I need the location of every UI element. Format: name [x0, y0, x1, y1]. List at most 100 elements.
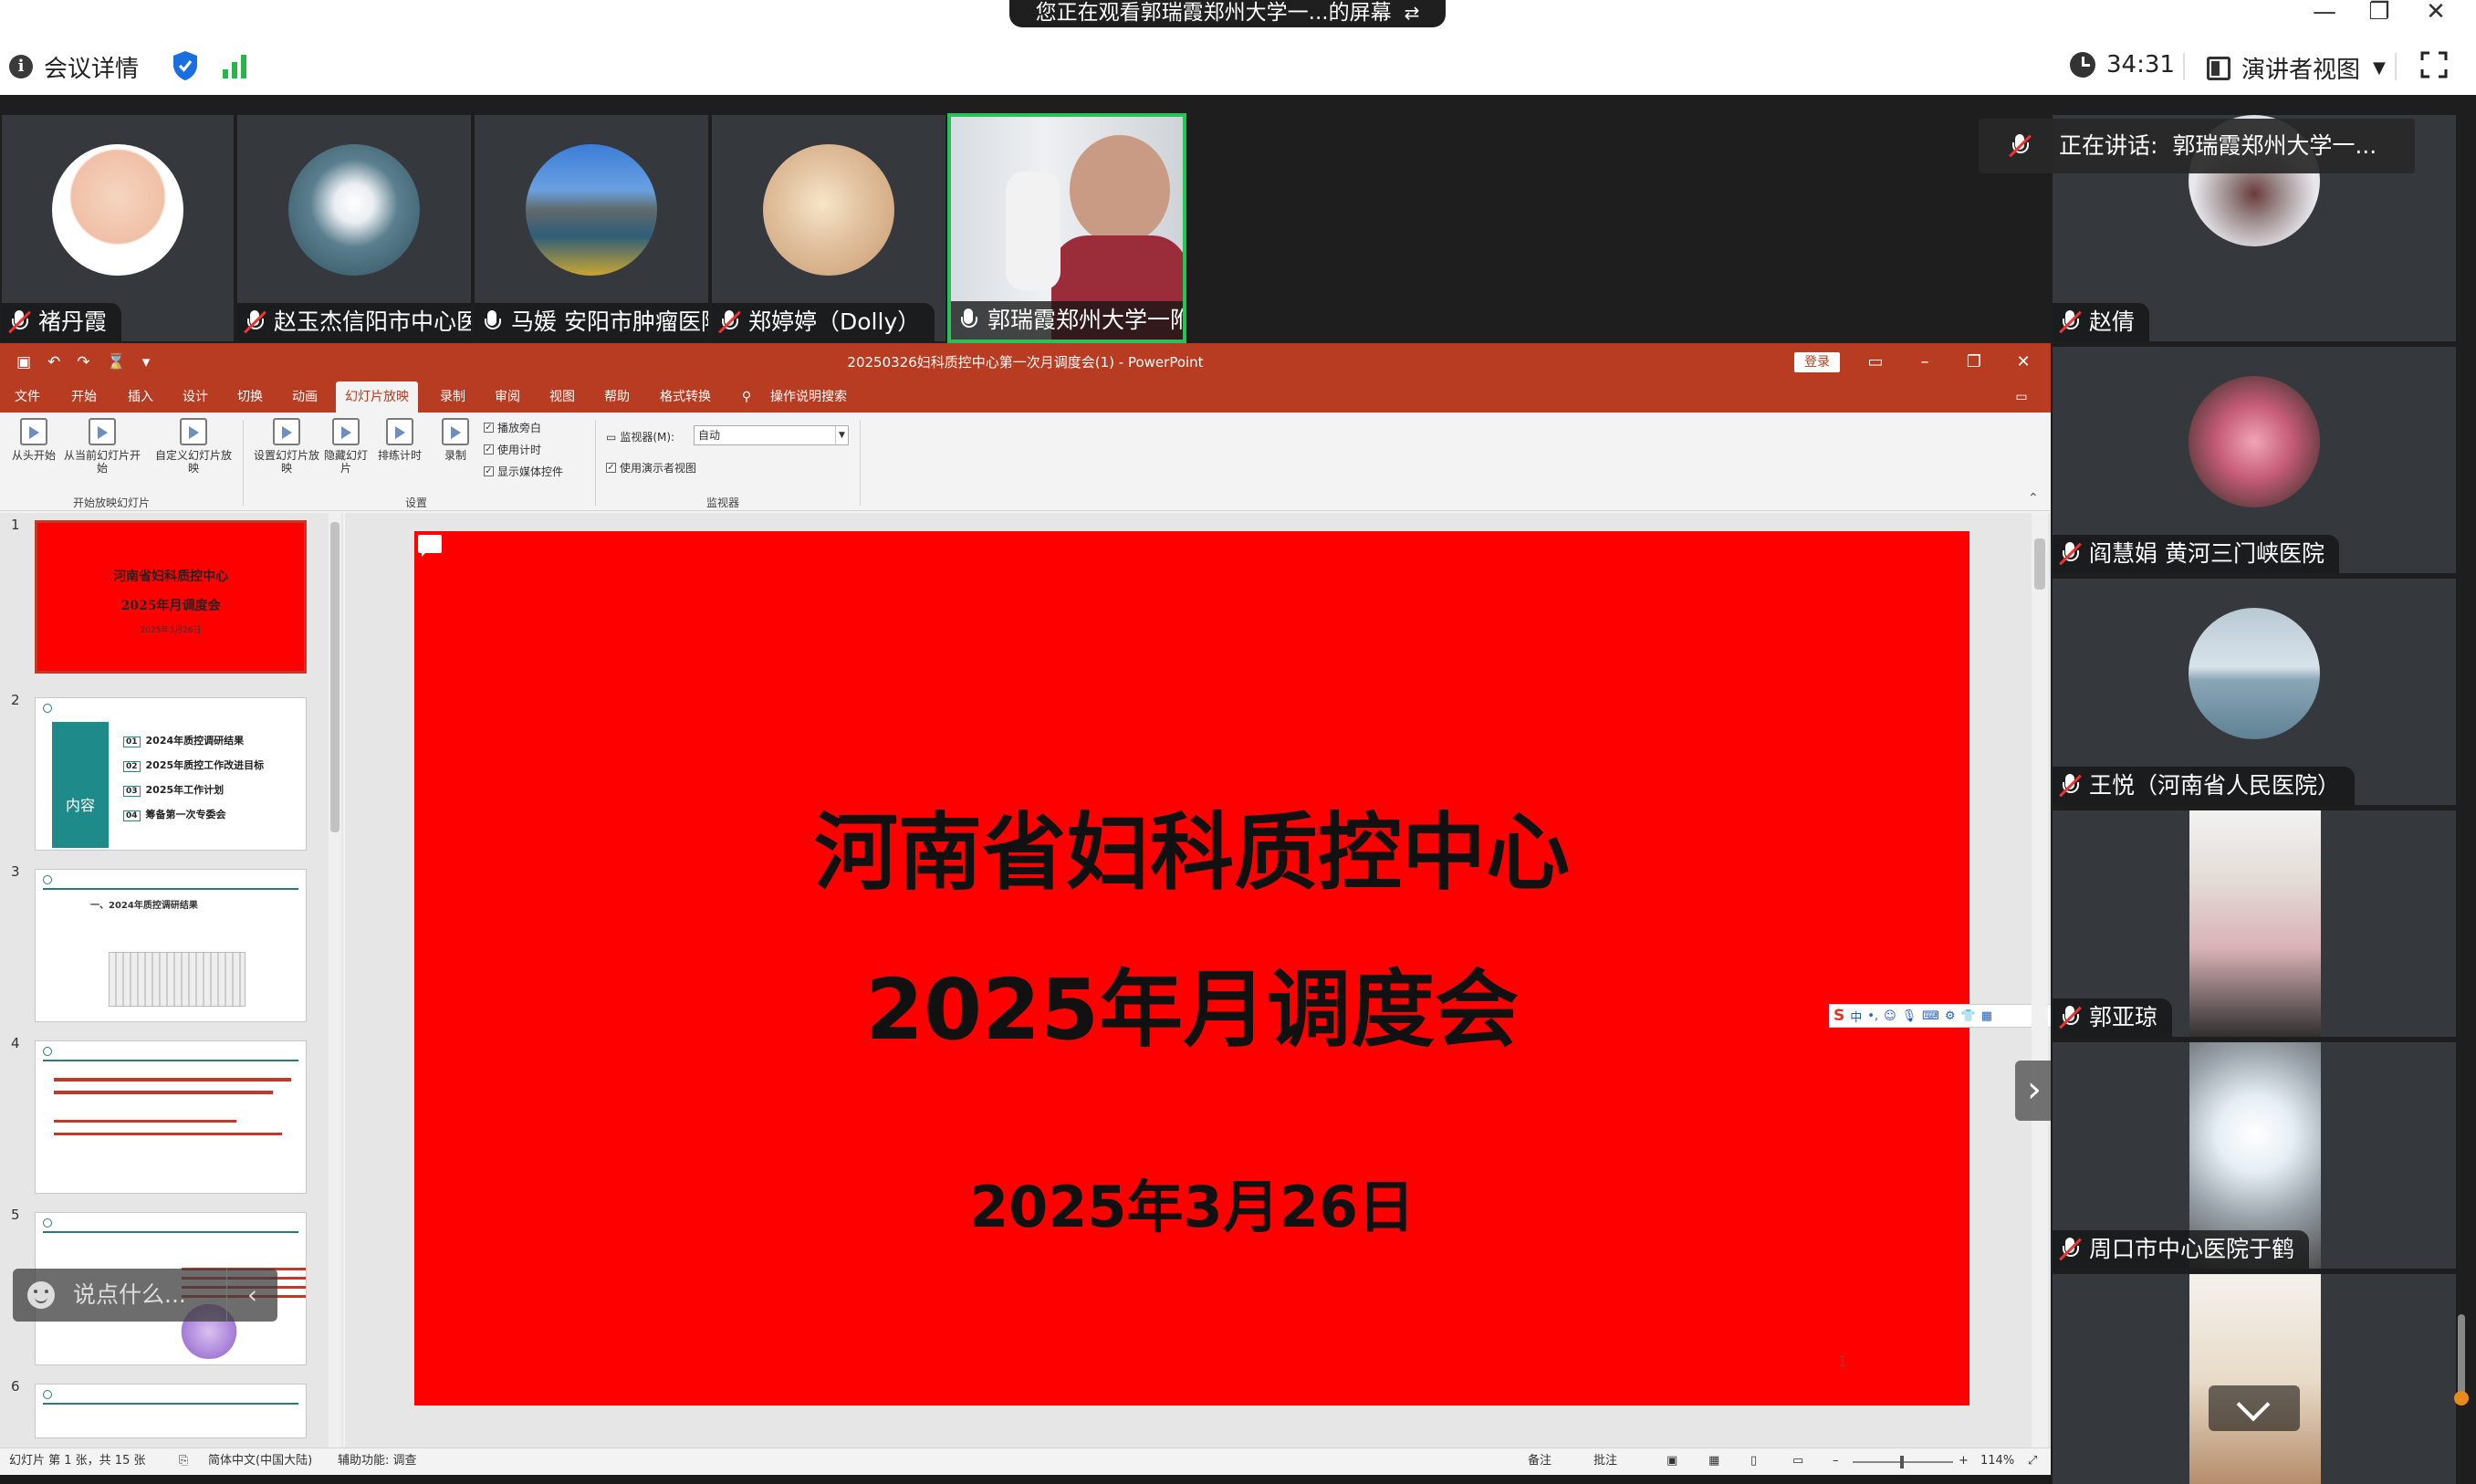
slide-thumbnail[interactable]: 河南省妇科质控中心 2025年月调度会 2025年3月26日	[35, 520, 307, 674]
from-start-button[interactable]: 从头开始	[4, 418, 64, 462]
signal-strength-icon[interactable]	[223, 53, 250, 78]
accessibility-status[interactable]: 辅助功能: 调查	[338, 1448, 417, 1474]
tab-slideshow[interactable]: 幻灯片放映	[336, 381, 418, 413]
tell-me-search[interactable]: 操作说明搜索	[763, 381, 854, 413]
quick-access-toolbar[interactable]: ▣↶↷⌛▾	[16, 343, 166, 381]
mic-muted-icon	[2058, 309, 2082, 335]
comments-button[interactable]: 批注	[1593, 1448, 1617, 1474]
volume-slider-knob[interactable]	[2454, 1391, 2469, 1406]
ime-toolbar[interactable]: S 中 •, ☺ 🎙 ⌨ ⚙ 👕 ▦	[1829, 1004, 2051, 1028]
collapse-ribbon-icon[interactable]: ⌃	[2028, 491, 2039, 506]
participant-tile[interactable]	[2051, 1272, 2458, 1484]
use-timing-checkbox[interactable]: ✓ 使用计时	[484, 442, 541, 457]
rehearse-button[interactable]: 排练计时	[372, 418, 427, 462]
proofing-icon[interactable]: ⎘	[179, 1448, 188, 1474]
tab-home[interactable]: 开始	[66, 381, 102, 413]
login-button[interactable]: 登录	[1794, 352, 1840, 372]
language-status[interactable]: 简体中文(中国大陆)	[208, 1448, 312, 1474]
view-mode-dropdown[interactable]: 演讲者视图 ▼	[2207, 51, 2386, 85]
close-button[interactable]: ✕	[2411, 0, 2460, 26]
mic-icon	[480, 309, 504, 335]
participant-tile[interactable]: 赵玉杰信阳市中心医院	[235, 113, 473, 343]
tab-view[interactable]: 视图	[544, 381, 580, 413]
window-top-bar: 您正在观看郭瑞霞郑州大学一...的屏幕 ⇄ — ❐ ✕ i 会议详情 34:31 …	[0, 0, 2476, 95]
tab-format-convert[interactable]: 格式转换	[653, 381, 717, 413]
meeting-info-button[interactable]: i 会议详情	[9, 51, 139, 83]
setup-show-button[interactable]: 设置幻灯片放映	[250, 418, 323, 475]
tab-record[interactable]: 录制	[434, 381, 471, 413]
zoom-out-button[interactable]: –	[1833, 1448, 1839, 1474]
reading-view-icon[interactable]: ▯	[1750, 1448, 1757, 1474]
slide-thumbnail[interactable]	[35, 1040, 307, 1194]
chat-input-bubble[interactable]: 说点什么... ‹	[13, 1269, 277, 1322]
thumb-rule	[43, 888, 298, 890]
avatar	[288, 144, 420, 276]
slideshow-view-icon[interactable]: ▭	[1792, 1448, 1803, 1474]
record-button[interactable]: 录制	[433, 418, 478, 462]
participant-tile[interactable]: 褚丹霞	[0, 113, 235, 343]
screen-share-banner[interactable]: 您正在观看郭瑞霞郑州大学一...的屏幕 ⇄	[1009, 0, 1446, 27]
scrollbar-thumb[interactable]	[2034, 538, 2045, 590]
slide-sorter-icon[interactable]: ▦	[1708, 1448, 1719, 1474]
shield-icon[interactable]	[172, 50, 199, 81]
tab-animations[interactable]: 动画	[287, 381, 323, 413]
participant-tile[interactable]: 阎慧娟 黄河三门峡医院	[2051, 345, 2458, 575]
normal-view-icon[interactable]: ▣	[1666, 1448, 1677, 1474]
monitor-value: 自动	[698, 429, 721, 442]
restore-button[interactable]: ❐	[2355, 0, 2404, 26]
scrollbar-thumb[interactable]	[330, 522, 340, 832]
speaking-name: 郭瑞霞郑州大学一...	[2172, 132, 2377, 159]
next-slide-button[interactable]: ›	[2015, 1061, 2051, 1121]
tab-review[interactable]: 审阅	[489, 381, 526, 413]
participant-tile[interactable]: 郑婷婷（Dolly）	[710, 113, 947, 343]
ribbon-display-icon[interactable]: ▭	[1853, 343, 1898, 381]
custom-show-button[interactable]: 自定义幻灯片放映	[151, 418, 235, 475]
avatar	[763, 144, 894, 276]
participant-tile[interactable]: 周口市中心医院于鹤	[2051, 1040, 2458, 1270]
mic-muted-icon	[243, 309, 266, 335]
zoom-in-button[interactable]: +	[1959, 1448, 1969, 1474]
monitor-select[interactable]: 自动 ▼	[694, 425, 849, 445]
chevron-left-icon[interactable]: ‹	[226, 1269, 277, 1322]
fit-slide-icon[interactable]: ⤢	[2028, 1448, 2037, 1474]
tab-insert[interactable]: 插入	[122, 381, 159, 413]
chevron-down-icon[interactable]	[2209, 1385, 2300, 1431]
participant-tile[interactable]: 王悦（河南省人民医院）	[2051, 577, 2458, 807]
slide-scrollbar[interactable]	[2032, 513, 2048, 1447]
ppt-close-button[interactable]: ✕	[2001, 343, 2046, 381]
participant-tile[interactable]: 郭亚琼	[2051, 809, 2458, 1039]
active-speaker-tile[interactable]: 郭瑞霞郑州大学一附院妇科	[947, 113, 1186, 343]
slide-thumbnail[interactable]: 一、2024年质控调研结果	[35, 869, 307, 1022]
from-current-button[interactable]: 从当前幻灯片开始	[64, 418, 141, 475]
tab-file[interactable]: 文件	[9, 381, 46, 413]
hide-slide-button[interactable]: 隐藏幻灯片	[323, 418, 369, 475]
thumb-text-line	[54, 1120, 236, 1123]
current-slide[interactable]: 河南省妇科质控中心 2025年月调度会 2025年3月26日 1	[414, 531, 1969, 1406]
thumb-heading: 一、2024年质控调研结果	[90, 901, 198, 911]
tab-design[interactable]: 设计	[177, 381, 214, 413]
tab-transitions[interactable]: 切换	[232, 381, 268, 413]
minimize-button[interactable]: —	[2300, 0, 2349, 26]
zoom-level[interactable]: 114%	[1980, 1448, 2014, 1474]
participant-tile[interactable]: 马媛 安阳市肿瘤医院	[473, 113, 710, 343]
checkbox-checked: ✓	[484, 423, 494, 433]
notes-button[interactable]: 备注	[1528, 1448, 1551, 1474]
clock-icon	[2070, 52, 2095, 78]
comment-icon[interactable]: ▭	[2008, 381, 2035, 413]
emoji-icon[interactable]	[27, 1281, 55, 1309]
presenter-view-checkbox[interactable]: ✓ 使用演示者视图	[606, 460, 696, 476]
show-media-checkbox[interactable]: ✓ 显示媒体控件	[484, 464, 563, 479]
ppt-restore-button[interactable]: ❐	[1951, 343, 1997, 381]
slide-thumbnail[interactable]: 内容 01 2024年质控调研结果 02 2025年质控工作改进目标 03 2025年…	[35, 697, 307, 851]
zoom-slider-knob[interactable]	[1900, 1456, 1904, 1468]
tab-help[interactable]: 帮助	[599, 381, 635, 413]
comment-marker-icon[interactable]	[418, 535, 442, 557]
divider	[2183, 53, 2185, 80]
ppt-minimize-button[interactable]: –	[1902, 343, 1948, 381]
thumbnail-scrollbar[interactable]	[329, 513, 341, 1447]
play-narration-checkbox[interactable]: ✓ 播放旁白	[484, 420, 541, 435]
thumb-box-label: 内容	[65, 797, 95, 814]
slide-thumbnail[interactable]	[35, 1384, 307, 1438]
fullscreen-icon[interactable]	[2420, 51, 2448, 78]
slideshow-icon	[20, 418, 47, 445]
